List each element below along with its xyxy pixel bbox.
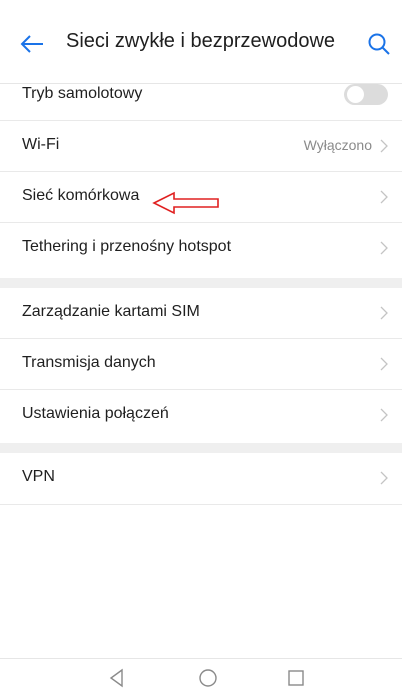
home-circle-icon (199, 669, 217, 687)
row-label: Tryb samolotowy (22, 85, 143, 102)
chevron-right-icon (380, 241, 388, 255)
page-title: Sieci zwykłe i bezprzewodowe (66, 30, 336, 52)
row-label: Sieć komórkowa (22, 187, 140, 204)
settings-group-sim: Zarządzanie kartami SIM Transmisja danyc… (0, 288, 402, 441)
airplane-mode-toggle[interactable] (344, 84, 388, 105)
chevron-right-icon (380, 306, 388, 320)
toggle-knob (347, 86, 364, 103)
settings-row-sim-management[interactable]: Zarządzanie kartami SIM (0, 288, 402, 339)
row-label: Ustawienia połączeń (22, 405, 169, 422)
arrow-left-icon (20, 35, 43, 53)
settings-group-vpn: VPN (0, 453, 402, 505)
settings-row-data-transmission[interactable]: Transmisja danych (0, 339, 402, 390)
settings-row-call-settings[interactable]: Ustawienia połączeń (0, 390, 402, 441)
row-label: VPN (22, 468, 55, 485)
row-label: Transmisja danych (22, 354, 156, 371)
chevron-right-icon (380, 190, 388, 204)
red-arrow-annotation-icon (152, 191, 219, 215)
recents-square-icon (288, 670, 304, 686)
search-button[interactable] (363, 28, 395, 60)
settings-row-wifi[interactable]: Wi-Fi Wyłączono (0, 121, 402, 172)
settings-row-airplane-mode[interactable]: Tryb samolotowy (0, 70, 402, 121)
back-triangle-icon (109, 668, 123, 688)
system-nav-bar (0, 658, 402, 695)
settings-row-vpn[interactable]: VPN (0, 453, 402, 505)
chevron-right-icon (380, 139, 388, 153)
group-separator (0, 278, 402, 288)
wifi-status-value: Wyłączono (303, 137, 372, 153)
row-label: Zarządzanie kartami SIM (22, 303, 200, 320)
settings-row-tethering[interactable]: Tethering i przenośny hotspot (0, 223, 402, 274)
search-icon (368, 33, 390, 55)
nav-home-button[interactable] (197, 667, 219, 689)
settings-group-connections: Tryb samolotowy Wi-Fi Wyłączono Sieć kom… (0, 70, 402, 274)
back-button[interactable] (16, 28, 48, 60)
chevron-right-icon (380, 471, 388, 485)
nav-recents-button[interactable] (285, 667, 307, 689)
row-label: Tethering i przenośny hotspot (22, 238, 232, 255)
row-label: Wi-Fi (22, 136, 60, 153)
chevron-right-icon (380, 408, 388, 422)
group-separator (0, 443, 402, 453)
nav-back-button[interactable] (106, 667, 128, 689)
chevron-right-icon (380, 357, 388, 371)
